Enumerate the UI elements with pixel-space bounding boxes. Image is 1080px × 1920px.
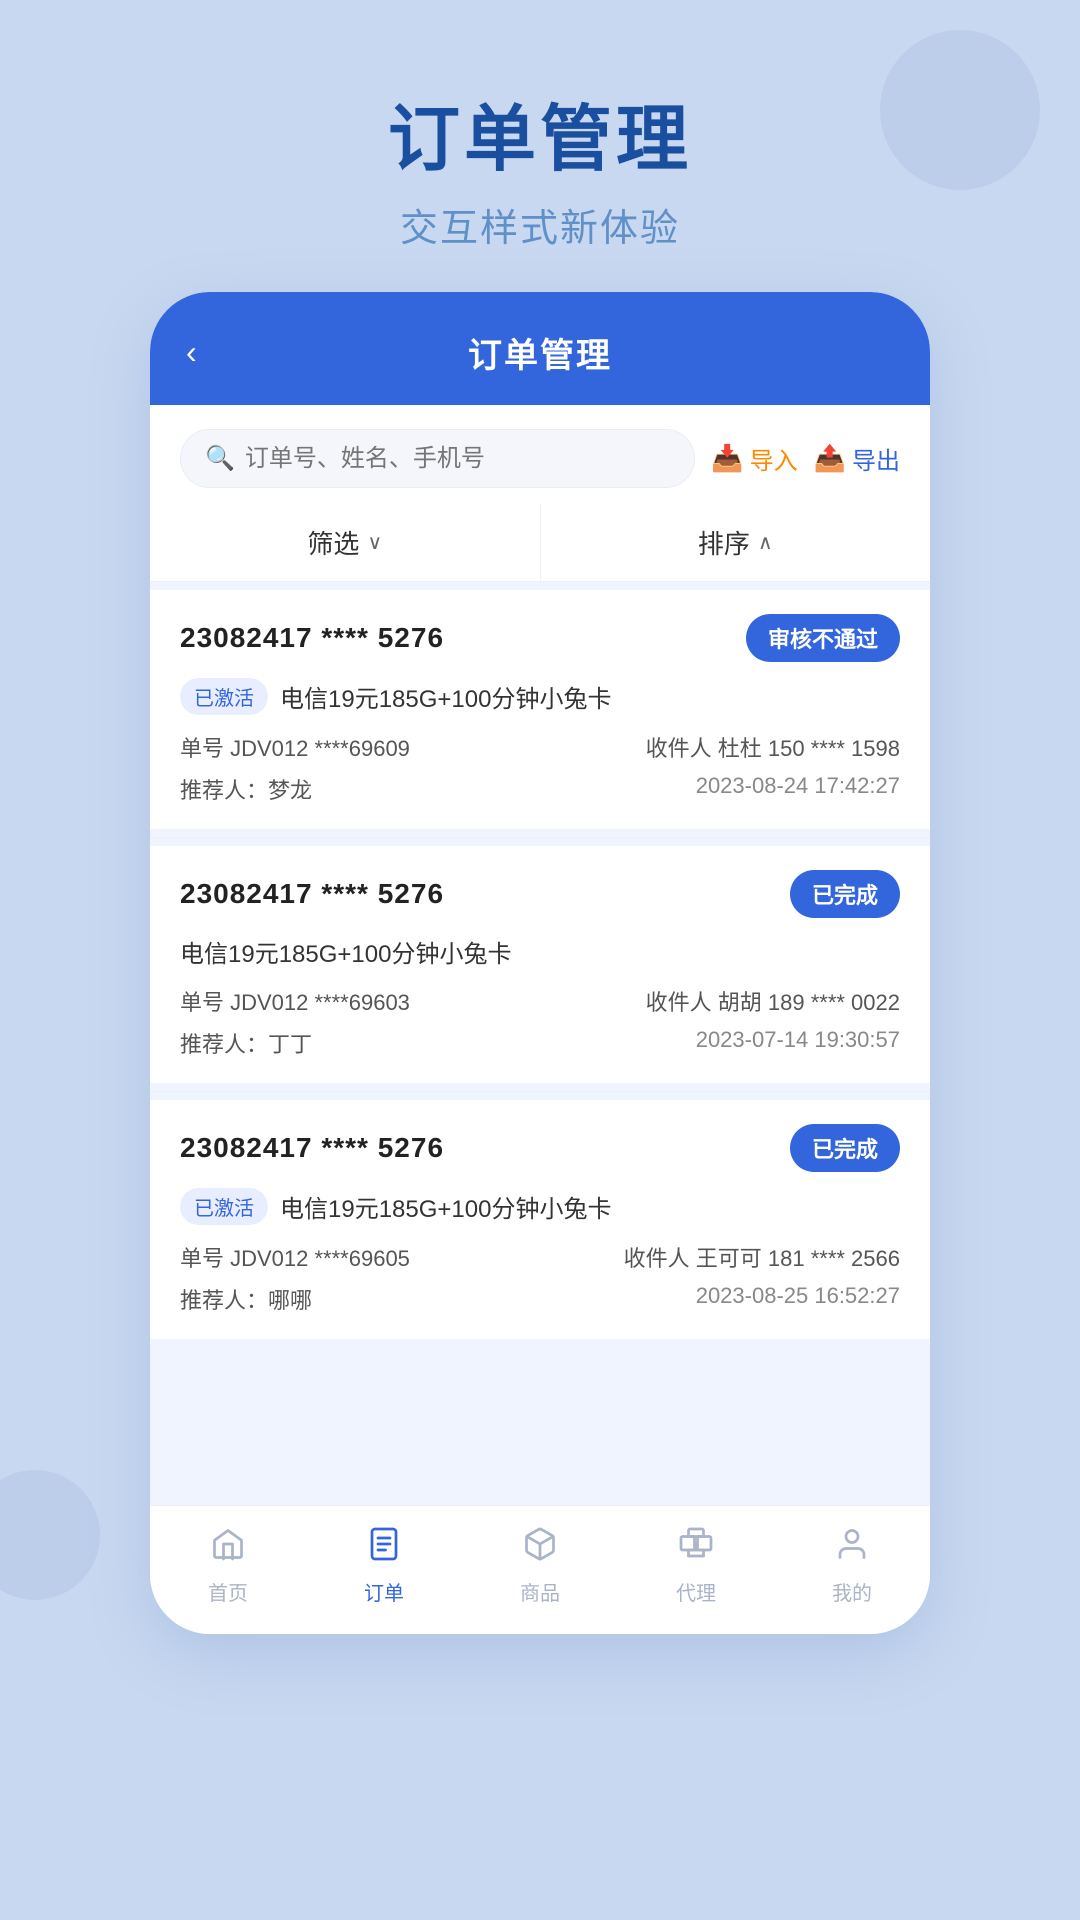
order-card[interactable]: 23082417 **** 5276 已完成 已激活 电信19元185G+100… [150,1100,930,1339]
order-top-row: 23082417 **** 5276 已完成 [180,1124,900,1172]
order-number: 单号 JDV012 ****69605 [180,1241,410,1273]
home-icon [210,1526,246,1571]
mine-label: 我的 [832,1577,872,1606]
orders-list: 23082417 **** 5276 审核不通过 已激活 电信19元185G+1… [150,590,930,1339]
bottom-nav: 首页 订单 商品 [150,1505,930,1634]
order-meta-row: 推荐人：梦龙 2023-08-24 17:42:27 [180,773,900,805]
bg-circle-top-right [880,30,1040,190]
order-top-row: 23082417 **** 5276 已完成 [180,870,900,918]
order-meta-row: 推荐人：哪哪 2023-08-25 16:52:27 [180,1283,900,1315]
activated-badge: 已激活 [180,678,268,715]
order-detail-row: 单号 JDV012 ****69605 收件人 王可可 181 **** 256… [180,1241,900,1273]
import-icon: 📥 [711,443,743,474]
sort-label: 排序 [698,524,750,561]
order-id: 23082417 **** 5276 [180,878,444,910]
status-badge: 审核不通过 [746,614,900,662]
product-name: 电信19元185G+100分钟小兔卡 [280,679,611,714]
goods-icon [522,1526,558,1571]
page-subtitle: 交互样式新体验 [0,197,1080,252]
bg-circle-bottom-left [0,1470,100,1600]
phone-header-title: 订单管理 [468,328,612,377]
order-detail-row: 单号 JDV012 ****69609 收件人 杜杜 150 **** 1598 [180,731,900,763]
search-row: 🔍 📥 导入 📤 导出 [150,405,930,504]
nav-item-home[interactable]: 首页 [178,1526,278,1606]
recommender: 推荐人：梦龙 [180,773,312,805]
recipient: 收件人 杜杜 150 **** 1598 [646,731,900,763]
nav-item-agent[interactable]: 代理 [646,1526,746,1606]
phone-header: ‹ 订单管理 [150,292,930,405]
search-input-wrap: 🔍 [180,429,695,488]
goods-label: 商品 [520,1577,560,1606]
phone-content: 🔍 📥 导入 📤 导出 筛选 ∨ 排序 ∧ [150,405,930,1505]
sort-arrow-icon: ∧ [758,530,773,555]
order-card[interactable]: 23082417 **** 5276 已完成 电信19元185G+100分钟小兔… [150,846,930,1083]
filter-button[interactable]: 筛选 ∨ [150,504,541,581]
sort-button[interactable]: 排序 ∧ [541,504,931,581]
filter-label: 筛选 [307,524,359,561]
order-time: 2023-07-14 19:30:57 [696,1027,900,1059]
nav-item-mine[interactable]: 我的 [802,1526,902,1606]
export-button[interactable]: 📤 导出 [814,441,900,476]
import-label: 导入 [750,441,798,476]
order-time: 2023-08-25 16:52:27 [696,1283,900,1315]
export-label: 导出 [852,441,900,476]
search-input[interactable] [245,445,670,473]
product-row: 已激活 电信19元185G+100分钟小兔卡 [180,678,900,715]
order-detail-row: 单号 JDV012 ****69603 收件人 胡胡 189 **** 0022 [180,985,900,1017]
recipient: 收件人 王可可 181 **** 2566 [624,1241,900,1273]
product-name: 电信19元185G+100分钟小兔卡 [180,934,511,969]
product-row: 电信19元185G+100分钟小兔卡 [180,934,900,969]
product-name: 电信19元185G+100分钟小兔卡 [280,1189,611,1224]
agent-label: 代理 [676,1577,716,1606]
agent-icon [678,1526,714,1571]
phone-mockup: ‹ 订单管理 🔍 📥 导入 📤 导出 筛选 ∨ [150,292,930,1634]
mine-icon [834,1526,870,1571]
filter-arrow-icon: ∨ [367,530,382,555]
filter-sort-row: 筛选 ∨ 排序 ∧ [150,504,930,582]
order-id: 23082417 **** 5276 [180,622,444,654]
order-number: 单号 JDV012 ****69609 [180,731,410,763]
orders-label: 订单 [364,1577,404,1606]
nav-item-goods[interactable]: 商品 [490,1526,590,1606]
orders-icon [366,1526,402,1571]
home-label: 首页 [208,1577,248,1606]
search-icon: 🔍 [205,444,235,473]
status-badge: 已完成 [790,870,900,918]
recommender: 推荐人：哪哪 [180,1283,312,1315]
nav-item-orders[interactable]: 订单 [334,1526,434,1606]
recommender: 推荐人：丁丁 [180,1027,312,1059]
order-time: 2023-08-24 17:42:27 [696,773,900,805]
order-card[interactable]: 23082417 **** 5276 审核不通过 已激活 电信19元185G+1… [150,590,930,829]
recipient: 收件人 胡胡 189 **** 0022 [646,985,900,1017]
activated-badge: 已激活 [180,1188,268,1225]
export-icon: 📤 [814,443,846,474]
content-spacer [150,1347,930,1427]
import-button[interactable]: 📥 导入 [711,441,797,476]
order-meta-row: 推荐人：丁丁 2023-07-14 19:30:57 [180,1027,900,1059]
status-badge: 已完成 [790,1124,900,1172]
product-row: 已激活 电信19元185G+100分钟小兔卡 [180,1188,900,1225]
order-number: 单号 JDV012 ****69603 [180,985,410,1017]
order-top-row: 23082417 **** 5276 审核不通过 [180,614,900,662]
order-id: 23082417 **** 5276 [180,1132,444,1164]
back-button[interactable]: ‹ [186,334,197,371]
